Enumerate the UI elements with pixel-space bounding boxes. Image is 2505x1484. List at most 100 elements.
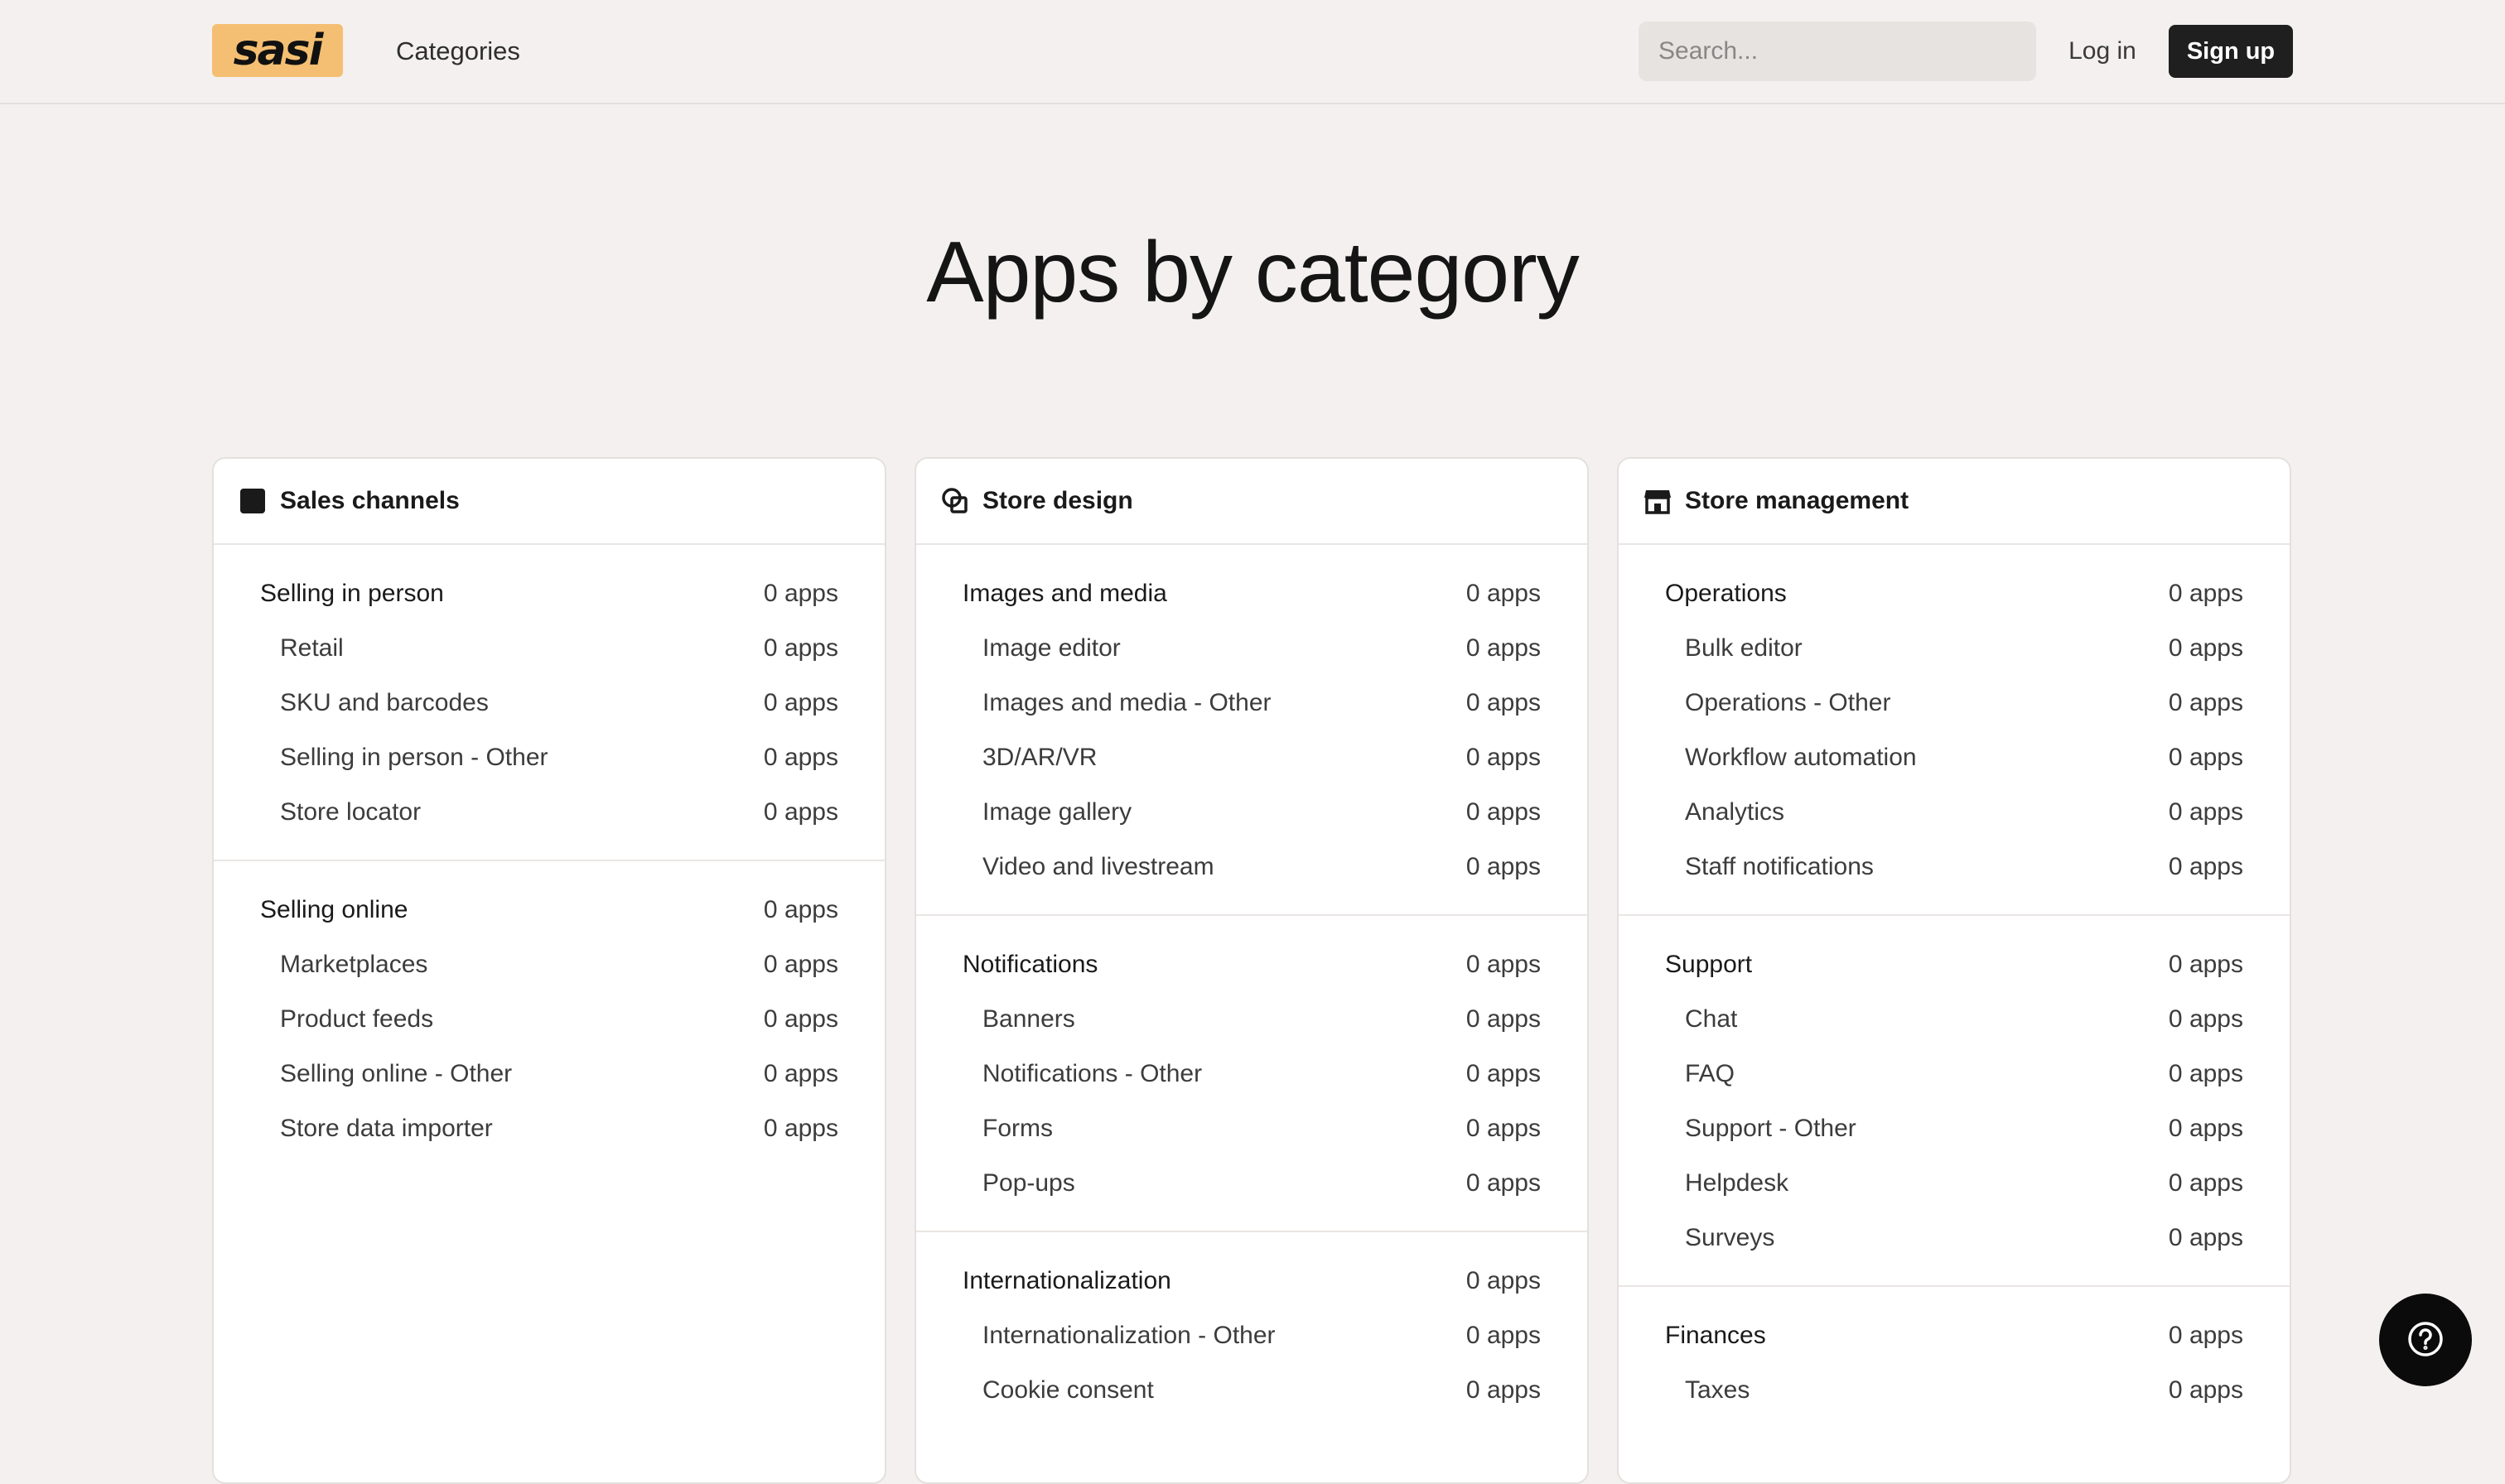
category-card-store-management: Store management Operations 0 apps Bulk e… — [1617, 457, 2291, 1484]
subcategory-label: Selling online - Other — [280, 1060, 513, 1087]
app-count: 0 apps — [1465, 1267, 1541, 1294]
subcategory-row[interactable]: Store data importer 0 apps — [214, 1101, 885, 1156]
subcategory-label: Surveys — [1685, 1224, 1775, 1251]
subcategory-row[interactable]: Selling in person - Other 0 apps — [214, 730, 885, 785]
subcategory-row[interactable]: Forms 0 apps — [916, 1101, 1587, 1156]
category-group: Internationalization 0 apps International… — [916, 1232, 1587, 1438]
subcategory-row[interactable]: SKU and barcodes 0 apps — [214, 676, 885, 730]
app-count: 0 apps — [1465, 1005, 1541, 1033]
card-title: Store design — [982, 487, 1133, 514]
app-count: 0 apps — [2168, 951, 2243, 978]
category-row[interactable]: Notifications 0 apps — [916, 937, 1587, 992]
subcategory-row[interactable]: Pop-ups 0 apps — [916, 1156, 1587, 1211]
category-row[interactable]: Selling in person 0 apps — [214, 566, 885, 621]
subcategory-label: FAQ — [1685, 1060, 1735, 1087]
category-group: Selling in person 0 apps Retail 0 apps SKU… — [214, 545, 885, 861]
subcategory-label: Image gallery — [982, 798, 1132, 826]
app-count: 0 apps — [2168, 798, 2243, 826]
subcategory-row[interactable]: Chat 0 apps — [1619, 992, 2290, 1047]
subcategory-row[interactable]: Images and media - Other 0 apps — [916, 676, 1587, 730]
card-title: Sales channels — [280, 487, 460, 514]
category-row[interactable]: Selling online 0 apps — [214, 883, 885, 937]
app-count: 0 apps — [2168, 1224, 2243, 1251]
subcategory-label: Taxes — [1685, 1376, 1750, 1404]
help-button[interactable] — [2379, 1294, 2472, 1386]
app-count: 0 apps — [763, 798, 838, 826]
category-label: Operations — [1665, 580, 1787, 607]
subcategory-label: Banners — [982, 1005, 1075, 1033]
app-count: 0 apps — [1465, 1115, 1541, 1142]
subcategory-row[interactable]: Product feeds 0 apps — [214, 992, 885, 1047]
subcategory-row[interactable]: Image gallery 0 apps — [916, 785, 1587, 840]
category-row[interactable]: Operations 0 apps — [1619, 566, 2290, 621]
category-row[interactable]: Images and media 0 apps — [916, 566, 1587, 621]
category-card-sales-channels: Sales channels Selling in person 0 apps R… — [212, 457, 886, 1484]
app-count: 0 apps — [2168, 1169, 2243, 1197]
app-count: 0 apps — [2168, 1322, 2243, 1349]
subcategory-row[interactable]: Taxes 0 apps — [1619, 1363, 2290, 1418]
category-group: Selling online 0 apps Marketplaces 0 apps … — [214, 861, 885, 1176]
subcategory-row[interactable]: Image editor 0 apps — [916, 621, 1587, 676]
subcategory-label: Internationalization - Other — [982, 1322, 1276, 1349]
subcategory-row[interactable]: Notifications - Other 0 apps — [916, 1047, 1587, 1101]
category-label: Notifications — [963, 951, 1098, 978]
subcategory-row[interactable]: Marketplaces 0 apps — [214, 937, 885, 992]
app-count: 0 apps — [1465, 689, 1541, 716]
category-group: Support 0 apps Chat 0 apps FAQ 0 apps Suppo… — [1619, 916, 2290, 1287]
category-row[interactable]: Support 0 apps — [1619, 937, 2290, 992]
subcategory-label: Workflow automation — [1685, 744, 1917, 771]
card-header[interactable]: Store design — [916, 459, 1587, 545]
subcategory-row[interactable]: Bulk editor 0 apps — [1619, 621, 2290, 676]
square-icon — [239, 487, 267, 515]
app-count: 0 apps — [1465, 1376, 1541, 1404]
subcategory-label: Support - Other — [1685, 1115, 1856, 1142]
card-header[interactable]: Store management — [1619, 459, 2290, 545]
subcategory-label: Notifications - Other — [982, 1060, 1203, 1087]
subcategory-row[interactable]: Store locator 0 apps — [214, 785, 885, 840]
subcategory-row[interactable]: Internationalization - Other 0 apps — [916, 1308, 1587, 1363]
subcategory-row[interactable]: Operations - Other 0 apps — [1619, 676, 2290, 730]
subcategory-label: Bulk editor — [1685, 634, 1803, 662]
subcategory-label: Images and media - Other — [982, 689, 1272, 716]
category-label: Images and media — [963, 580, 1167, 607]
search-input[interactable] — [1639, 22, 2036, 81]
subcategory-row[interactable]: Retail 0 apps — [214, 621, 885, 676]
category-row[interactable]: Finances 0 apps — [1619, 1308, 2290, 1363]
category-group: Finances 0 apps Taxes 0 apps — [1619, 1287, 2290, 1438]
subcategory-label: Helpdesk — [1685, 1169, 1789, 1197]
signup-button[interactable]: Sign up — [2169, 25, 2293, 78]
subcategory-row[interactable]: Banners 0 apps — [916, 992, 1587, 1047]
subcategory-row[interactable]: 3D/AR/VR 0 apps — [916, 730, 1587, 785]
subcategory-label: Marketplaces — [280, 951, 428, 978]
subcategory-row[interactable]: Selling online - Other 0 apps — [214, 1047, 885, 1101]
category-label: Finances — [1665, 1322, 1766, 1349]
subcategory-row[interactable]: Helpdesk 0 apps — [1619, 1156, 2290, 1211]
subcategory-row[interactable]: Video and livestream 0 apps — [916, 840, 1587, 894]
sasi-logo[interactable]: sasi — [212, 24, 343, 77]
subcategory-row[interactable]: Surveys 0 apps — [1619, 1211, 2290, 1265]
category-group: Operations 0 apps Bulk editor 0 apps Opera… — [1619, 545, 2290, 916]
subcategory-row[interactable]: Staff notifications 0 apps — [1619, 840, 2290, 894]
nav-categories-link[interactable]: Categories — [396, 33, 520, 70]
login-button[interactable]: Log in — [2051, 22, 2154, 81]
app-count: 0 apps — [2168, 580, 2243, 607]
app-count: 0 apps — [763, 951, 838, 978]
subcategory-label: Operations - Other — [1685, 689, 1891, 716]
category-row[interactable]: Internationalization 0 apps — [916, 1254, 1587, 1308]
app-count: 0 apps — [763, 896, 838, 923]
subcategory-row[interactable]: Workflow automation 0 apps — [1619, 730, 2290, 785]
subcategory-row[interactable]: Support - Other 0 apps — [1619, 1101, 2290, 1156]
page-title: Apps by category — [926, 224, 1580, 320]
card-title: Store management — [1685, 487, 1909, 514]
app-count: 0 apps — [763, 1005, 838, 1033]
subcategory-row[interactable]: FAQ 0 apps — [1619, 1047, 2290, 1101]
card-header[interactable]: Sales channels — [214, 459, 885, 545]
subcategory-label: SKU and barcodes — [280, 689, 489, 716]
category-label: Selling online — [260, 896, 408, 923]
app-count: 0 apps — [2168, 744, 2243, 771]
app-count: 0 apps — [2168, 634, 2243, 662]
subcategory-label: Pop-ups — [982, 1169, 1075, 1197]
category-card-store-design: Store design Images and media 0 apps Imag… — [915, 457, 1589, 1484]
subcategory-row[interactable]: Analytics 0 apps — [1619, 785, 2290, 840]
subcategory-row[interactable]: Cookie consent 0 apps — [916, 1363, 1587, 1418]
